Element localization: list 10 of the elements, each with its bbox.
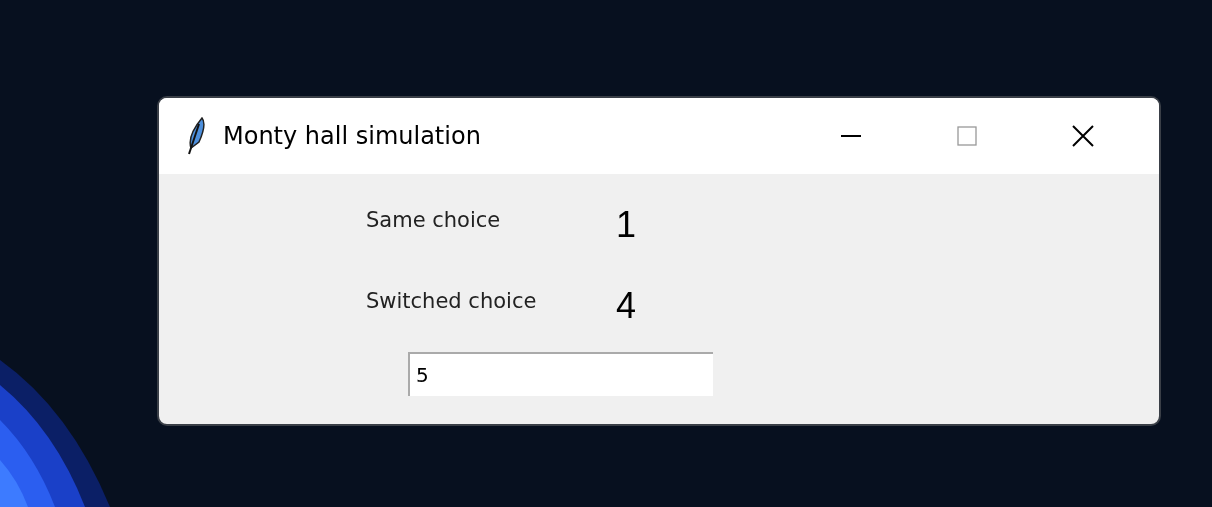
result-label: Switched choice	[366, 289, 538, 313]
window-title: Monty hall simulation	[223, 122, 482, 150]
result-label: Same choice	[366, 208, 502, 232]
result-count: 4	[616, 285, 637, 327]
feather-icon	[185, 116, 207, 156]
minimize-icon	[841, 134, 861, 138]
result-count: 1	[616, 204, 637, 246]
close-icon	[1072, 125, 1094, 147]
input-field[interactable]: 5	[408, 352, 713, 396]
maximize-icon	[957, 126, 977, 146]
